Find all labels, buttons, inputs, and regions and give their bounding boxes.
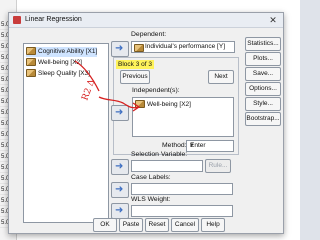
case-labels-field[interactable]: [131, 183, 233, 195]
chevron-down-icon: ▾: [190, 142, 194, 149]
ruler-icon: [26, 58, 36, 67]
bootstrap-button[interactable]: Bootstrap...: [245, 112, 281, 126]
arrow-right-icon: ➜: [115, 161, 124, 172]
title-bar: Linear Regression ✕: [9, 13, 283, 28]
cancel-button[interactable]: Cancel: [171, 218, 199, 232]
move-to-selection-button[interactable]: ➜: [111, 159, 129, 175]
method-select[interactable]: Enter ▾: [186, 140, 234, 152]
independent-item[interactable]: Well-being [X2]: [135, 100, 191, 110]
paste-button[interactable]: Paste: [119, 218, 143, 232]
variable-item[interactable]: Cognitive Ability [X1]: [26, 47, 98, 57]
linear-regression-dialog: Linear Regression ✕ Cognitive Ability [X…: [8, 12, 284, 234]
ruler-icon: [134, 44, 144, 52]
wls-weight-field[interactable]: [131, 205, 233, 217]
move-to-case-labels-button[interactable]: ➜: [111, 182, 129, 198]
reset-button[interactable]: Reset: [145, 218, 169, 232]
handwritten-annotation: R2 Δ: [74, 60, 141, 112]
method-label: Method:: [162, 142, 187, 149]
move-to-wls-button[interactable]: ➜: [111, 203, 129, 219]
dependent-label: Dependent:: [131, 31, 167, 38]
next-button[interactable]: Next: [208, 70, 234, 84]
dependent-field[interactable]: Individual's performance [Y]: [131, 41, 235, 53]
dependent-value: Individual's performance [Y]: [145, 43, 226, 50]
statistics-button[interactable]: Statistics...: [245, 37, 281, 51]
ok-button[interactable]: OK: [93, 218, 117, 232]
spss-app-icon: [13, 16, 21, 24]
style-button[interactable]: Style...: [245, 97, 281, 111]
independents-list[interactable]: Well-being [X2]: [132, 97, 234, 137]
close-icon[interactable]: ✕: [267, 14, 279, 26]
arrow-right-icon: ➜: [115, 184, 124, 195]
options-button[interactable]: Options...: [245, 82, 281, 96]
ruler-icon: [26, 69, 36, 78]
annotation-arrowhead: [132, 102, 141, 112]
selection-variable-field[interactable]: [131, 160, 203, 172]
wls-weight-label: WLS Weight:: [131, 196, 171, 203]
save-button[interactable]: Save...: [245, 67, 281, 81]
rule-button[interactable]: Rule...: [205, 159, 231, 173]
annotation-text: R2 Δ: [80, 78, 97, 102]
case-labels-label: Case Labels:: [131, 174, 171, 181]
help-button[interactable]: Help: [201, 218, 225, 232]
arrow-right-icon: ➜: [115, 43, 124, 54]
dialog-title: Linear Regression: [25, 16, 82, 23]
selection-variable-label: Selection Variable:: [131, 151, 188, 158]
arrow-right-icon: ➜: [115, 205, 124, 216]
plots-button[interactable]: Plots...: [245, 52, 281, 66]
ruler-icon: [26, 47, 36, 56]
annotation-arrow: [98, 96, 140, 109]
move-to-dependent-button[interactable]: ➜: [111, 41, 129, 57]
